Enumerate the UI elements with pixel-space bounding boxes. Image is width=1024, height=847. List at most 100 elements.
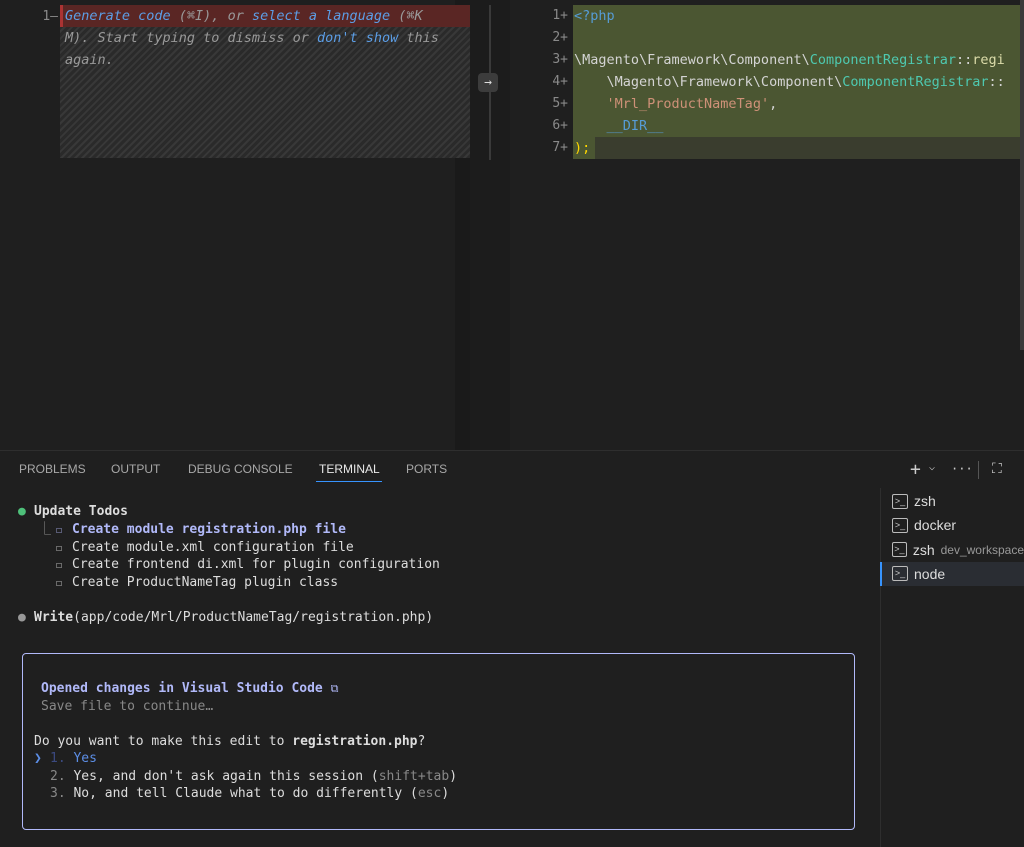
external-window-icon[interactable]: ⧉ xyxy=(331,682,339,695)
option-shortcut: shift+tab xyxy=(378,768,450,784)
write-tool-line: Write(app/code/Mrl/ProductNameTag/regist… xyxy=(34,609,433,627)
checkbox-icon: ☐ xyxy=(56,560,63,571)
code-line: \Magento\Framework\Component\ComponentRe… xyxy=(574,49,1020,71)
opened-changes-text: Opened changes in Visual Studio Code ⧉ xyxy=(41,680,338,698)
todo-item: Create module registration.php file xyxy=(72,522,346,537)
separator xyxy=(978,461,979,479)
line-number: 7+ xyxy=(552,140,568,155)
terminal-list-item-node[interactable]: >_ node xyxy=(880,561,1024,586)
dont-show-link[interactable]: don't show xyxy=(317,30,398,46)
terminal-name: docker xyxy=(914,517,957,534)
terminal-list-item-zsh[interactable]: >_ zsh dev_workspace xyxy=(880,538,1024,562)
hint-text: (⌘I), or xyxy=(170,8,252,24)
option-end: ) xyxy=(441,786,450,801)
line-number: 5+ xyxy=(552,96,568,111)
diff-editor: → 1— Generate code (⌘I), or select a lan… xyxy=(0,0,1024,450)
generate-code-link[interactable]: Generate code xyxy=(65,8,171,24)
status-dot-icon: ● xyxy=(18,610,26,625)
checkbox-icon: ☐ xyxy=(56,525,63,536)
line-number: 1— xyxy=(42,9,58,24)
option-number: 2. xyxy=(50,768,66,784)
option-number: 1. xyxy=(50,751,66,766)
terminal-icon: >_ xyxy=(892,493,908,509)
terminal-list-item-docker[interactable]: >_ docker xyxy=(880,513,1024,537)
code-token: :: xyxy=(988,74,1005,90)
code-line: __DIR__ xyxy=(574,115,1020,137)
opened-label: Opened changes in Visual Studio Code xyxy=(41,681,323,696)
terminal-name: node xyxy=(914,565,946,582)
selector-icon: ❯ xyxy=(34,751,42,766)
code-token: <?php xyxy=(574,8,615,24)
active-tab-indicator xyxy=(316,481,382,482)
hint-text: again. xyxy=(65,52,114,68)
option-end: ) xyxy=(449,768,458,784)
new-terminal-button[interactable]: + xyxy=(910,459,921,480)
more-actions-button[interactable]: ··· xyxy=(951,462,973,476)
tool-name: Write xyxy=(34,610,74,625)
code-token: ComponentRegistrar xyxy=(842,74,989,90)
todo-item: Create frontend di.xml for plugin config… xyxy=(72,557,440,572)
tree-branch-icon: ⎿ xyxy=(38,522,52,537)
line-number: 2+ xyxy=(552,30,568,45)
terminal-subtitle: dev_workspace xyxy=(940,542,1024,557)
terminal-icon: >_ xyxy=(892,517,908,533)
tab-terminal[interactable]: TERMINAL xyxy=(319,462,380,476)
apply-arrow-button[interactable]: → xyxy=(478,73,498,92)
empty-editor-hint: Generate code (⌘I), or select a language… xyxy=(65,5,439,71)
tab-problems[interactable]: PROBLEMS xyxy=(19,462,86,476)
option-label: Yes xyxy=(73,751,97,766)
code-token: \Magento\Framework\Component\ xyxy=(574,74,843,90)
checkbox-icon: ☐ xyxy=(56,542,63,554)
checkbox-icon: ☐ xyxy=(56,577,63,589)
tool-path: (app/code/Mrl/ProductNameTag/registratio… xyxy=(73,610,434,625)
hint-text: this xyxy=(398,30,439,46)
terminal-list-item-zsh[interactable]: >_ zsh xyxy=(880,489,1024,513)
terminal-icon: >_ xyxy=(892,566,908,582)
tab-ports[interactable]: PORTS xyxy=(406,462,447,476)
tab-output[interactable]: OUTPUT xyxy=(111,462,160,476)
option-number: 3. xyxy=(50,786,66,801)
terminal-name: zsh xyxy=(914,493,936,509)
code-token: 'Mrl_ProductNameTag' xyxy=(606,96,770,112)
dialog-option-3[interactable]: 3. No, and tell Claude what to do differ… xyxy=(50,785,449,803)
maximize-panel-icon[interactable]: ⛶ xyxy=(992,461,1002,477)
code-token: __DIR__ xyxy=(606,118,664,134)
status-dot-icon: ● xyxy=(18,504,26,519)
code-line: <?php xyxy=(574,5,1020,27)
code-token: \Magento\Framework\Component\ xyxy=(574,52,810,68)
tab-debug-console[interactable]: DEBUG CONSOLE xyxy=(188,462,293,476)
right-scrollbar[interactable] xyxy=(1020,0,1024,350)
option-label: Yes, and don't ask again this session ( xyxy=(73,768,379,784)
question-end: ? xyxy=(417,734,426,749)
question: Do you want to make this edit to registr… xyxy=(34,733,425,751)
question-text: Do you want to make this edit to xyxy=(34,734,293,749)
line-number: 3+ xyxy=(552,52,568,67)
code-line: \Magento\Framework\Component\ComponentRe… xyxy=(574,71,1020,93)
dialog-option-2[interactable]: 2. Yes, and don't ask again this session… xyxy=(50,768,457,786)
select-language-link[interactable]: select a language xyxy=(252,8,390,24)
code-token: ComponentRegistrar xyxy=(809,52,957,68)
line-number: 1+ xyxy=(552,8,568,23)
todos-title: Update Todos xyxy=(34,504,128,519)
hint-text: M). Start typing to dismiss or xyxy=(65,30,317,46)
line-number: 4+ xyxy=(552,74,568,89)
terminal-name: zsh xyxy=(912,541,935,558)
todo-item: Create ProductNameTag plugin class xyxy=(72,574,339,590)
permission-dialog: Opened changes in Visual Studio Code ⧉ S… xyxy=(22,653,855,830)
code-token: :: xyxy=(956,52,973,68)
dialog-option-1[interactable]: 1. Yes xyxy=(50,750,97,768)
save-hint: Save file to continue… xyxy=(41,699,214,714)
code-token: regi xyxy=(972,52,1005,68)
panel-divider xyxy=(0,450,1024,451)
option-shortcut: esc xyxy=(417,786,442,801)
todo-item: Create module.xml configuration file xyxy=(72,539,354,555)
option-label: No, and tell Claude what to do different… xyxy=(73,786,418,801)
question-file: registration.php xyxy=(292,734,418,749)
code-line: ); xyxy=(574,137,1020,159)
chevron-down-icon[interactable]: ⌵ xyxy=(929,462,935,473)
hint-text: (⌘K xyxy=(390,8,423,24)
terminal-icon: >_ xyxy=(892,542,907,558)
line-number: 6+ xyxy=(552,118,568,133)
